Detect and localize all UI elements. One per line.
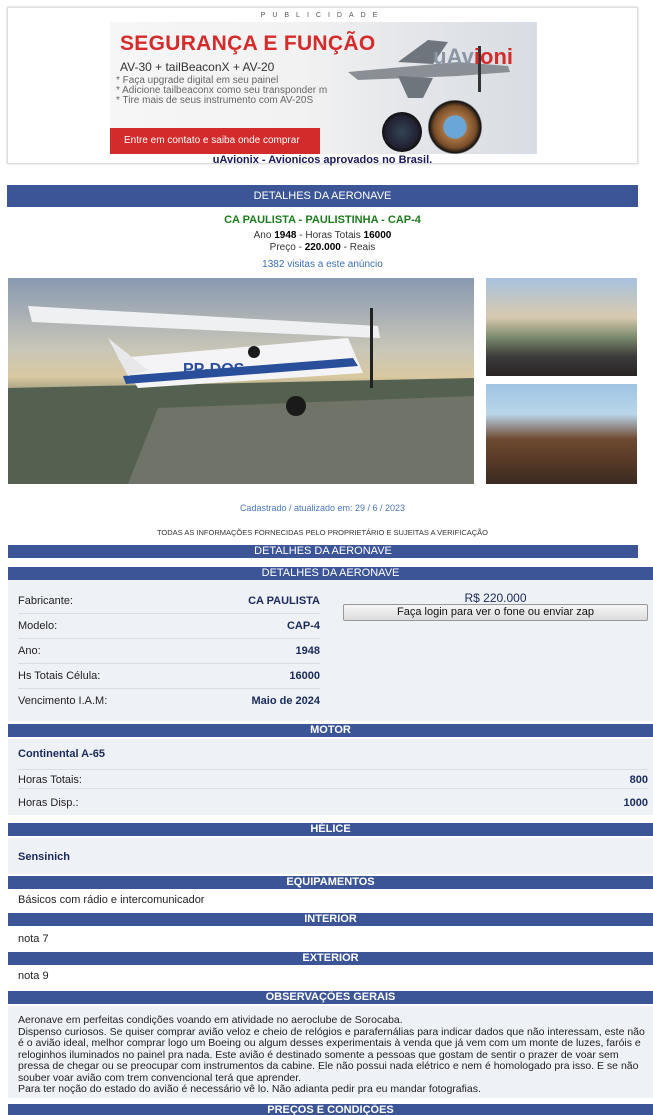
aircraft-registration: PP-DOS bbox=[183, 361, 245, 378]
hours-label: Horas Totais bbox=[305, 230, 361, 241]
spec-value: 16000 bbox=[289, 670, 320, 682]
ad-label: PUBLICIDADE bbox=[260, 12, 385, 19]
motor-row: Horas Totais: 800 bbox=[18, 769, 648, 789]
avionics-gauge-icon bbox=[382, 112, 422, 152]
motor-label: Horas Disp.: bbox=[18, 797, 79, 809]
aircraft-title: CA PAULISTA - PAULISTINHA - CAP-4 bbox=[224, 214, 421, 226]
hours-value: 16000 bbox=[363, 230, 392, 241]
section-header-details-3: DETALHES DA AERONAVE bbox=[8, 567, 653, 580]
cockpit-photo-1[interactable] bbox=[486, 278, 637, 376]
currency-label: Reais bbox=[349, 242, 376, 253]
ad-brand-main: uAv bbox=[433, 44, 474, 69]
ad-caption[interactable]: uAvionix - Avionicos aprovados no Brasil… bbox=[8, 154, 637, 166]
aircraft-main-photo[interactable]: PP-DOS bbox=[8, 278, 474, 484]
observation-line: Para ter noção do estado do avião é nece… bbox=[18, 1083, 481, 1095]
spec-label: Ano: bbox=[18, 645, 41, 657]
year-hours-line: Ano 1948 - Horas Totais 16000 bbox=[253, 230, 392, 241]
observation-line: Aeronave em perfeitas condições voando e… bbox=[18, 1014, 403, 1026]
spec-label: Fabricante: bbox=[18, 595, 74, 607]
ad-banner[interactable]: SEGURANÇA E FUNÇÃO AV-30 + tailBeaconX +… bbox=[110, 22, 537, 154]
section-header-interior: INTERIOR bbox=[8, 913, 653, 926]
spec-value: 1948 bbox=[295, 645, 320, 657]
observation-line: Dispenso curiosos. Se quiser comprar avi… bbox=[18, 1025, 645, 1084]
spec-row: Modelo: CAP-4 bbox=[18, 615, 320, 639]
price-line: Preço - 220.000 - Reais bbox=[269, 242, 376, 253]
engine-name: Continental A-65 bbox=[18, 748, 105, 760]
advertisement[interactable]: PUBLICIDADE SEGURANÇA E FUNÇÃO AV-30 + t… bbox=[7, 7, 638, 166]
avionics-gauge-icon bbox=[428, 100, 482, 154]
year-value: 1948 bbox=[274, 230, 297, 241]
observations-text: Aeronave em perfeitas condições voando e… bbox=[18, 1014, 648, 1096]
propeller-name: Sensinich bbox=[18, 851, 70, 863]
motor-label: Horas Totais: bbox=[18, 774, 82, 786]
aircraft-photo-illustration: PP-DOS bbox=[8, 306, 474, 484]
section-header-details: DETALHES DA AERONAVE bbox=[7, 185, 638, 207]
spec-row: Vencimento I.A.M: Maio de 2024 bbox=[18, 690, 320, 714]
ad-brand-accent: ioni bbox=[473, 44, 513, 69]
updated-date: Cadastrado / atualizado em: 29 / 6 / 202… bbox=[239, 503, 406, 513]
section-header-exterior: EXTERIOR bbox=[8, 952, 653, 965]
equipment-text: Básicos com rádio e intercomunicador bbox=[18, 894, 205, 906]
spec-row: Hs Totais Célula: 16000 bbox=[18, 665, 320, 689]
motor-row: Horas Disp.: 1000 bbox=[18, 793, 648, 813]
spec-value: CA PAULISTA bbox=[248, 595, 320, 607]
cockpit-photo-2[interactable] bbox=[486, 384, 637, 484]
visit-count: 1382 visitas a este anúncio bbox=[262, 259, 383, 270]
interior-text: nota 7 bbox=[18, 933, 49, 945]
section-header-observations: OBSERVAÇÕES GERAIS bbox=[8, 991, 653, 1004]
motor-value: 1000 bbox=[623, 797, 648, 809]
section-header-prices: PREÇOS E CONDIÇÕES bbox=[8, 1104, 653, 1115]
section-header-details-2: DETALHES DA AERONAVE bbox=[8, 545, 638, 558]
section-header-propeller: HÉLICE bbox=[8, 823, 653, 836]
login-to-contact-button[interactable]: Faça login para ver o fone ou enviar zap bbox=[343, 604, 648, 621]
motor-value: 800 bbox=[629, 774, 648, 786]
ad-bullet: * Tire mais de seus instrumento com AV-2… bbox=[116, 95, 314, 106]
ad-cta-text[interactable]: Entre em contato e saiba onde comprar bbox=[124, 135, 300, 146]
spec-value: CAP-4 bbox=[286, 620, 320, 632]
year-label: Ano bbox=[253, 230, 272, 241]
spec-label: Hs Totais Célula: bbox=[18, 670, 101, 682]
propeller-panel bbox=[8, 838, 653, 874]
disclaimer: TODAS AS INFORMAÇÕES FORNECIDAS PELO PRO… bbox=[156, 528, 489, 537]
section-header-motor: MOTOR bbox=[8, 724, 653, 737]
section-header-equipment: EQUIPAMENTOS bbox=[8, 876, 653, 889]
price-value: 220.000 bbox=[304, 242, 341, 253]
ad-brand-logo: uAvioni bbox=[433, 44, 513, 70]
ad-bullets: * Faça upgrade digital em seu painel * A… bbox=[116, 76, 327, 106]
spec-label: Vencimento I.A.M: bbox=[18, 695, 108, 707]
spec-row: Fabricante: CA PAULISTA bbox=[18, 590, 320, 614]
spec-value: Maio de 2024 bbox=[251, 695, 320, 707]
spec-row: Ano: 1948 bbox=[18, 640, 320, 664]
listing-price: R$ 220.000 bbox=[464, 591, 527, 605]
ad-subtitle: AV-30 + tailBeaconX + AV-20 bbox=[120, 60, 275, 74]
exterior-text: nota 9 bbox=[18, 970, 49, 982]
price-label: Preço bbox=[269, 242, 296, 253]
spec-label: Modelo: bbox=[18, 620, 58, 632]
